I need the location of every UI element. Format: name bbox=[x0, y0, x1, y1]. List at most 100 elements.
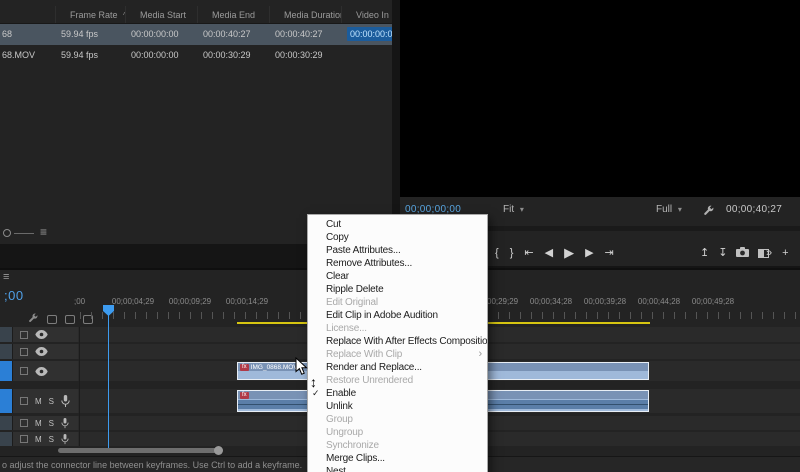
menu-item-edit-clip-in-adobe-audition[interactable]: Edit Clip in Adobe Audition bbox=[308, 309, 487, 322]
column-frame-rate[interactable]: Frame Rate ^ bbox=[55, 6, 125, 23]
track-target-v3[interactable] bbox=[0, 327, 13, 342]
mute-button[interactable]: M bbox=[35, 397, 42, 406]
sync-lock-icon[interactable] bbox=[20, 367, 28, 375]
video-in-point-cell[interactable]: 00:00:00:00 bbox=[341, 24, 392, 45]
duration-timecode: 00;00;40;27 bbox=[726, 204, 783, 215]
track-target-a2[interactable] bbox=[0, 416, 13, 430]
mark-in-button[interactable]: { bbox=[495, 243, 499, 263]
sync-lock-icon[interactable] bbox=[20, 397, 28, 405]
add-button[interactable]: + bbox=[782, 243, 788, 263]
menu-item-merge-clips[interactable]: Merge Clips... bbox=[308, 452, 487, 465]
extract-button[interactable]: ↧ bbox=[718, 243, 727, 263]
media-start-value: 00:00:00:00 bbox=[131, 29, 179, 39]
track-target-v2[interactable] bbox=[0, 344, 13, 359]
step-forward-button[interactable]: ▶ bbox=[585, 243, 593, 263]
column-video-in-point[interactable]: Video In Poi bbox=[341, 6, 392, 23]
menu-item-label: Restore Unrendered bbox=[326, 375, 414, 386]
mark-out-button[interactable]: } bbox=[510, 243, 514, 263]
menu-item-label: Enable bbox=[326, 388, 356, 399]
fx-badge[interactable]: fx bbox=[240, 363, 249, 371]
menu-item-group: Group bbox=[308, 413, 487, 426]
menu-item-label: Unlink bbox=[326, 401, 353, 412]
project-row-clip[interactable]: 68.MOV 59.94 fps 00:00:00:00 00:00:30:29… bbox=[0, 45, 392, 66]
menu-item-label: Merge Clips... bbox=[326, 453, 385, 464]
sync-lock-icon[interactable] bbox=[20, 419, 28, 427]
lift-button[interactable]: ↥ bbox=[700, 243, 709, 263]
menu-item-label: Replace With Clip bbox=[326, 349, 403, 360]
menu-item-label: Edit Clip in Adobe Audition bbox=[326, 310, 438, 321]
column-name[interactable] bbox=[0, 6, 55, 23]
menu-item-replace-with-after-effects-composition[interactable]: Replace With After Effects Composition bbox=[308, 335, 487, 348]
sync-lock-icon[interactable] bbox=[20, 347, 28, 356]
menu-item-clear[interactable]: Clear bbox=[308, 270, 487, 283]
horizontal-scrollbar[interactable] bbox=[58, 448, 218, 453]
export-frame-camera-icon[interactable] bbox=[736, 244, 750, 262]
column-media-end[interactable]: Media End bbox=[197, 6, 269, 23]
clip-name: 68 bbox=[2, 29, 13, 39]
list-view-icon[interactable]: ≡ bbox=[40, 225, 47, 239]
menu-item-label: Synchronize bbox=[326, 440, 379, 451]
premiere-workspace: Frame Rate ^ Media Start Media End Media… bbox=[0, 0, 800, 472]
mute-button[interactable]: M bbox=[35, 435, 42, 444]
go-to-in-button[interactable]: ⇤ bbox=[524, 243, 533, 263]
playback-quality-dropdown[interactable]: Full ▾ bbox=[656, 204, 682, 215]
menu-item-nest[interactable]: Nest... bbox=[308, 465, 487, 472]
track-target-a1[interactable] bbox=[0, 389, 13, 413]
track-target-a3[interactable] bbox=[0, 432, 13, 446]
fx-badge[interactable]: fx bbox=[240, 391, 249, 399]
button-overflow-icon[interactable]: » bbox=[766, 243, 772, 263]
playhead-line[interactable] bbox=[108, 310, 109, 448]
track-header-v2 bbox=[0, 344, 78, 359]
menu-item-cut[interactable]: Cut bbox=[308, 218, 487, 231]
video-in-point-value[interactable]: 00:00:00:00 bbox=[347, 27, 392, 41]
menu-item-label: Replace With After Effects Composition bbox=[326, 336, 487, 347]
mute-button[interactable]: M bbox=[35, 419, 42, 428]
solo-button[interactable]: S bbox=[49, 397, 54, 406]
menu-item-license: License... bbox=[308, 322, 487, 335]
sync-lock-icon[interactable] bbox=[20, 330, 28, 339]
solo-button[interactable]: S bbox=[49, 419, 54, 428]
sync-lock-icon[interactable] bbox=[20, 435, 28, 443]
toggle-track-output-eye-icon[interactable] bbox=[35, 366, 48, 376]
go-to-out-button[interactable]: ⇥ bbox=[605, 243, 614, 263]
column-label: Frame Rate bbox=[70, 10, 118, 20]
menu-item-replace-with-clip: Replace With Clip › bbox=[308, 348, 487, 361]
track-target-v1[interactable] bbox=[0, 361, 13, 381]
zoom-level-dropdown[interactable]: Fit ▾ bbox=[503, 204, 524, 215]
timeline-menu-icon[interactable]: ≡ bbox=[3, 271, 9, 283]
linked-selection-icon[interactable] bbox=[65, 314, 75, 324]
snap-icon[interactable] bbox=[47, 314, 57, 324]
settings-wrench-icon[interactable] bbox=[703, 204, 715, 219]
play-button[interactable]: ▶ bbox=[564, 243, 574, 263]
ruler-label: ;00 bbox=[74, 297, 86, 306]
zoom-slider-handle[interactable] bbox=[3, 229, 11, 237]
scrollbar-zoom-handle[interactable] bbox=[214, 446, 223, 455]
menu-item-enable[interactable]: ✓ Enable bbox=[308, 387, 487, 400]
project-row-sequence[interactable]: 68 59.94 fps 00:00:00:00 00:00:40:27 00:… bbox=[0, 24, 392, 45]
voiceover-mic-icon[interactable] bbox=[61, 417, 69, 429]
menu-item-unlink[interactable]: Unlink bbox=[308, 400, 487, 413]
timeline-settings-wrench-icon[interactable] bbox=[28, 310, 39, 328]
zoom-slider-track[interactable] bbox=[14, 233, 34, 234]
menu-item-remove-attributes[interactable]: Remove Attributes... bbox=[308, 257, 487, 270]
voiceover-mic-icon[interactable] bbox=[61, 433, 69, 445]
menu-item-label: Copy bbox=[326, 232, 349, 243]
menu-item-label: Nest... bbox=[326, 466, 354, 472]
menu-item-paste-attributes[interactable]: Paste Attributes... bbox=[308, 244, 487, 257]
step-back-button[interactable]: ◀ bbox=[545, 243, 553, 263]
menu-item-ripple-delete[interactable]: Ripple Delete bbox=[308, 283, 487, 296]
project-column-headers: Frame Rate ^ Media Start Media End Media… bbox=[0, 6, 392, 24]
voiceover-mic-icon[interactable] bbox=[61, 394, 70, 408]
program-video-frame[interactable] bbox=[400, 0, 800, 197]
submenu-arrow-icon: › bbox=[478, 348, 483, 360]
column-media-duration[interactable]: Media Duration bbox=[269, 6, 341, 23]
zoom-level-value: Fit bbox=[503, 204, 515, 215]
menu-item-render-and-replace[interactable]: Render and Replace... bbox=[308, 361, 487, 374]
column-media-start[interactable]: Media Start bbox=[125, 6, 197, 23]
toggle-track-output-eye-icon[interactable] bbox=[35, 347, 48, 356]
resize-vertical-cursor-icon: ↕ bbox=[310, 374, 317, 390]
chevron-down-icon: ▾ bbox=[519, 205, 524, 214]
toggle-track-output-eye-icon[interactable] bbox=[35, 330, 48, 339]
solo-button[interactable]: S bbox=[49, 435, 54, 444]
menu-item-copy[interactable]: Copy bbox=[308, 231, 487, 244]
